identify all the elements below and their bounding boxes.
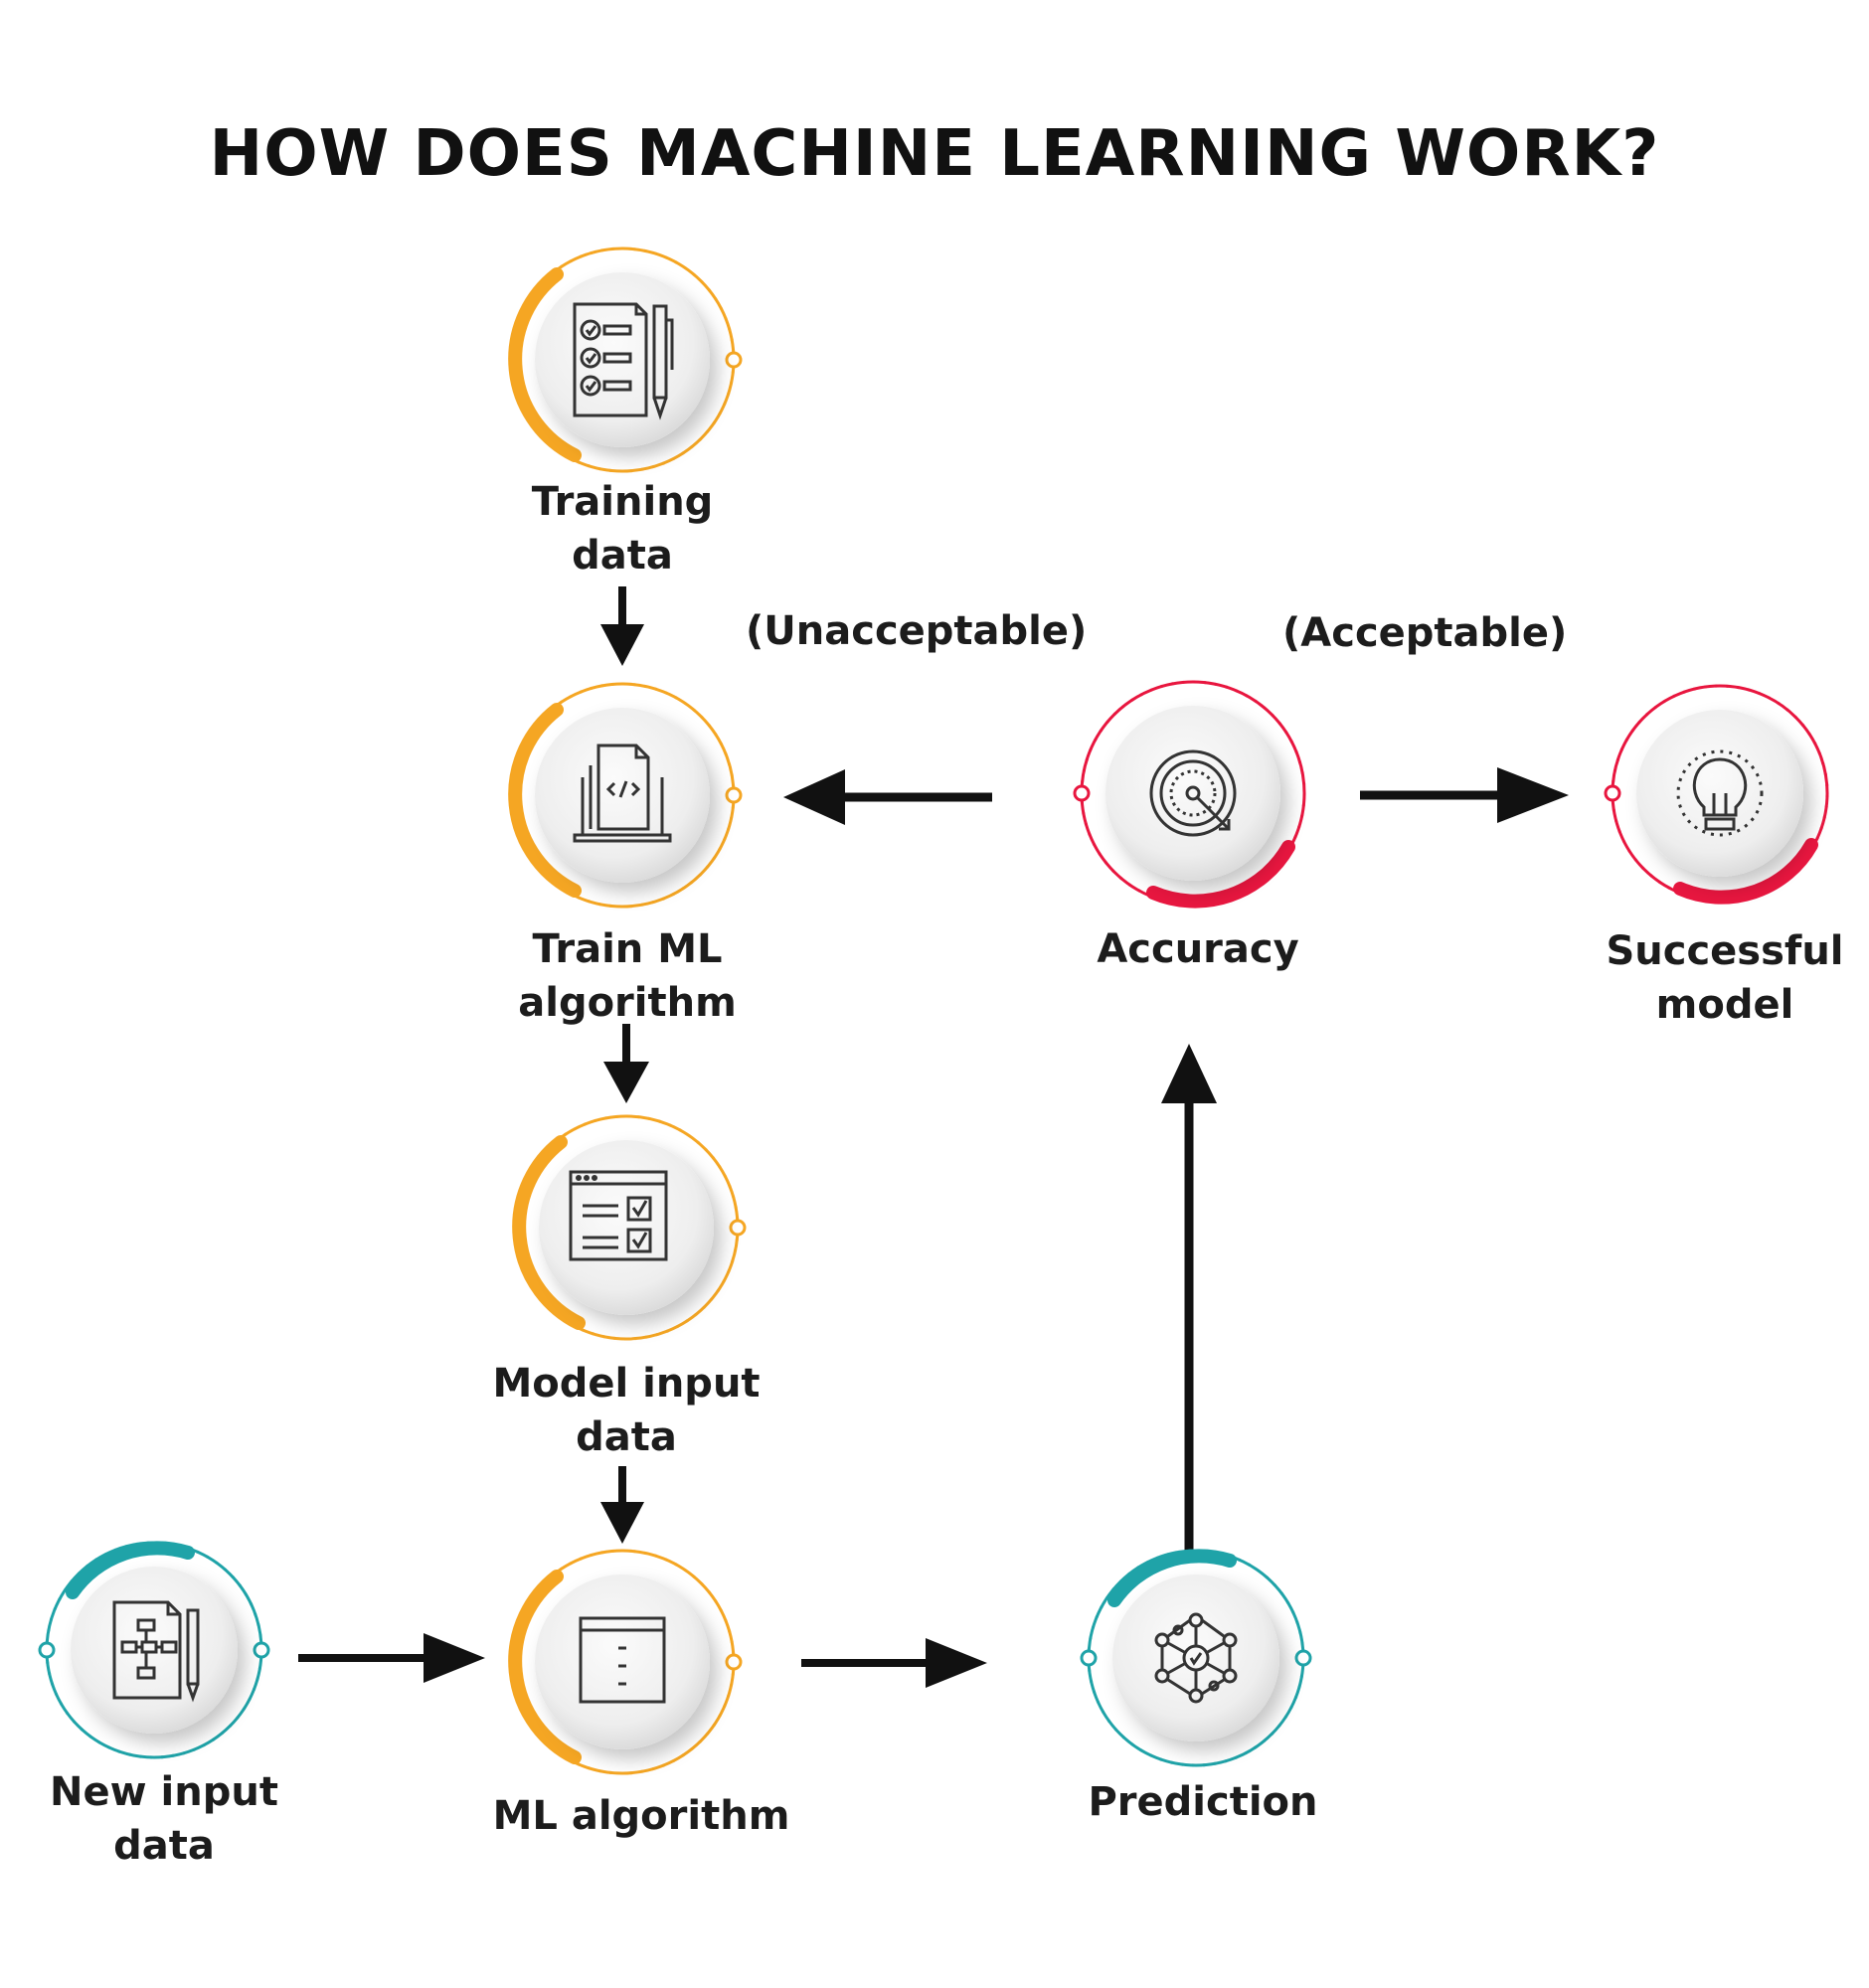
- arrow-accuracy-to-train: [783, 769, 992, 825]
- arrow-prediction-to-accuracy: [1161, 1044, 1217, 1561]
- arrow-training-to-train: [600, 586, 644, 666]
- edge-label-acceptable: (Acceptable): [1282, 610, 1568, 656]
- label-successful-model: Successful model: [1606, 928, 1844, 1028]
- label-new-input-data: New input data: [50, 1769, 278, 1869]
- label-ml-algorithm: ML algorithm: [492, 1793, 790, 1839]
- arrow-ml-algorithm-to-prediction: [801, 1638, 987, 1688]
- node-training-data: [508, 247, 743, 473]
- node-successful-model: [1604, 684, 1829, 905]
- node-accuracy: [1073, 680, 1306, 909]
- ring-dot: [725, 351, 743, 369]
- arrow-model-input-to-ml-algorithm: [600, 1466, 644, 1544]
- label-prediction: Prediction: [1088, 1779, 1318, 1825]
- node-disc: [535, 272, 710, 447]
- node-ml-algorithm: [508, 1549, 743, 1775]
- arrow-new-input-to-ml-algorithm: [298, 1633, 485, 1683]
- node-model-input-data: [512, 1114, 747, 1341]
- node-new-input-data: [38, 1541, 270, 1759]
- label-train-ml-algorithm: Train ML algorithm: [518, 926, 737, 1026]
- node-train-ml-algorithm: [508, 682, 743, 909]
- flow-diagram: [38, 247, 1829, 1775]
- label-training-data: Training data: [531, 479, 714, 579]
- node-prediction: [1080, 1549, 1312, 1767]
- edge-label-unacceptable: (Unacceptable): [746, 608, 1088, 654]
- label-accuracy: Accuracy: [1097, 926, 1299, 972]
- arrow-train-to-model-input: [603, 1024, 649, 1103]
- arrow-accuracy-to-successful: [1360, 767, 1569, 823]
- label-model-input-data: Model input data: [492, 1361, 761, 1460]
